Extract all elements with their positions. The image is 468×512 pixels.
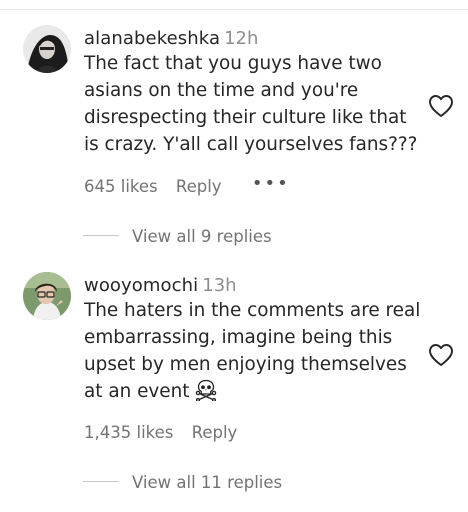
avatar[interactable] bbox=[23, 272, 71, 320]
top-divider bbox=[0, 9, 468, 10]
replies-divider bbox=[83, 481, 119, 482]
reply-button[interactable]: Reply bbox=[192, 423, 238, 442]
comment-text-content: The haters in the comments are real emba… bbox=[84, 300, 421, 402]
replies-divider bbox=[83, 235, 119, 236]
likes-count[interactable]: 645 likes bbox=[84, 177, 158, 196]
comment-text: The haters in the comments are real emba… bbox=[84, 297, 424, 409]
comment-text: The fact that you guys have two asians o… bbox=[84, 53, 418, 155]
view-replies-label: View all 9 replies bbox=[132, 227, 272, 246]
heart-outline-icon[interactable] bbox=[428, 94, 454, 118]
reply-button[interactable]: Reply bbox=[176, 177, 222, 196]
view-replies-button[interactable]: View all 9 replies bbox=[83, 227, 272, 247]
username[interactable]: wooyomochi bbox=[84, 275, 198, 296]
profile-photo-icon bbox=[23, 272, 71, 320]
timestamp[interactable]: 13h bbox=[202, 275, 236, 296]
heart-outline-icon[interactable] bbox=[428, 343, 454, 367]
username[interactable]: alanabekeshka bbox=[84, 28, 220, 49]
view-replies-label: View all 11 replies bbox=[132, 473, 283, 492]
view-replies-button[interactable]: View all 11 replies bbox=[83, 473, 282, 493]
likes-count[interactable]: 1,435 likes bbox=[84, 423, 173, 442]
profile-photo-icon bbox=[23, 25, 71, 73]
more-options-icon[interactable]: ••• bbox=[252, 173, 290, 194]
avatar[interactable] bbox=[23, 25, 71, 73]
skull-and-crossbones-icon bbox=[195, 379, 217, 409]
timestamp[interactable]: 12h bbox=[224, 28, 258, 49]
